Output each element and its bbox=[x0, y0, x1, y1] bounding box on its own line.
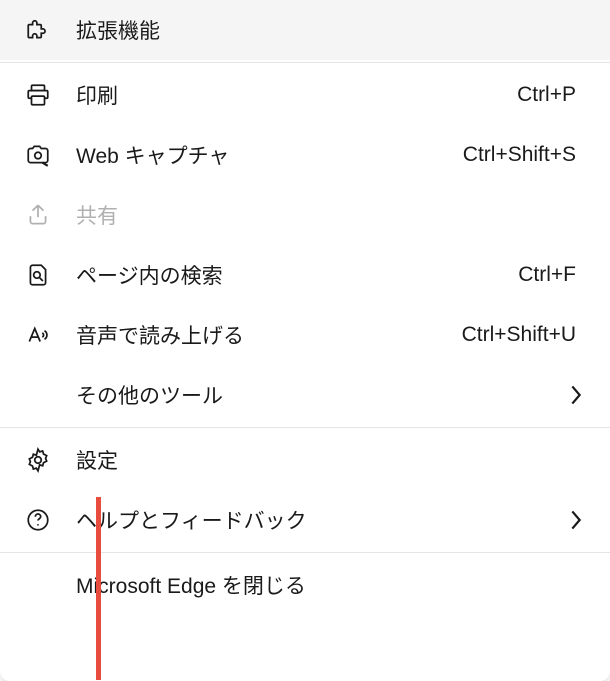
find-icon bbox=[24, 261, 52, 289]
menu-item-label: 音声で読み上げる bbox=[76, 320, 462, 350]
chevron-right-icon bbox=[566, 510, 586, 530]
menu-item-label: 印刷 bbox=[76, 80, 517, 110]
chevron-right-icon bbox=[566, 385, 586, 405]
menu-item-label: Microsoft Edge を閉じる bbox=[76, 570, 586, 600]
menu-item-label: Web キャプチャ bbox=[76, 140, 463, 170]
menu-separator bbox=[0, 427, 610, 428]
read-aloud-icon bbox=[24, 321, 52, 349]
help-icon bbox=[24, 506, 52, 534]
annotation-highlight bbox=[96, 497, 101, 680]
menu-item-share: 共有 bbox=[0, 185, 610, 245]
settings-icon bbox=[24, 446, 52, 474]
share-icon bbox=[24, 201, 52, 229]
menu-shortcut: Ctrl+P bbox=[517, 83, 576, 107]
menu-item-label: その他のツール bbox=[76, 380, 566, 410]
menu-item-label: 拡張機能 bbox=[76, 15, 586, 45]
browser-settings-menu: 拡張機能 印刷 Ctrl+P Web キャプチャ Ctrl+Shift+S bbox=[0, 0, 610, 681]
puzzle-icon bbox=[24, 16, 52, 44]
print-icon bbox=[24, 81, 52, 109]
menu-item-label: ヘルプとフィードバック bbox=[76, 505, 566, 535]
menu-shortcut: Ctrl+F bbox=[518, 263, 576, 287]
menu-separator bbox=[0, 552, 610, 553]
menu-shortcut: Ctrl+Shift+S bbox=[463, 143, 576, 167]
menu-item-label: 設定 bbox=[76, 445, 586, 475]
menu-item-print[interactable]: 印刷 Ctrl+P bbox=[0, 65, 610, 125]
menu-item-web-capture[interactable]: Web キャプチャ Ctrl+Shift+S bbox=[0, 125, 610, 185]
menu-item-extensions[interactable]: 拡張機能 bbox=[0, 0, 610, 60]
menu-item-find-on-page[interactable]: ページ内の検索 Ctrl+F bbox=[0, 245, 610, 305]
camera-icon bbox=[24, 141, 52, 169]
menu-item-settings[interactable]: 設定 bbox=[0, 430, 610, 490]
menu-item-close-edge[interactable]: Microsoft Edge を閉じる bbox=[0, 555, 610, 615]
menu-item-label: 共有 bbox=[76, 200, 586, 230]
menu-separator bbox=[0, 62, 610, 63]
menu-item-label: ページ内の検索 bbox=[76, 260, 518, 290]
menu-item-read-aloud[interactable]: 音声で読み上げる Ctrl+Shift+U bbox=[0, 305, 610, 365]
menu-item-help-feedback[interactable]: ヘルプとフィードバック bbox=[0, 490, 610, 550]
menu-item-more-tools[interactable]: その他のツール bbox=[0, 365, 610, 425]
menu-shortcut: Ctrl+Shift+U bbox=[462, 323, 576, 347]
